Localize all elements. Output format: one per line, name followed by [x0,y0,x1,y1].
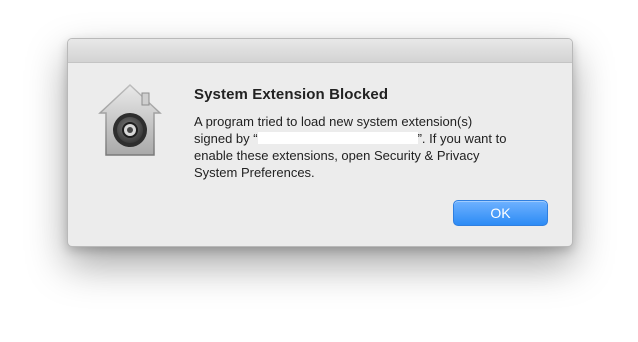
dialog-titlebar[interactable] [68,39,572,63]
message-line-1: A program tried to load new system exten… [194,114,473,129]
redacted-signer-name [257,132,418,144]
message-line-2-prefix: signed by “ [194,131,258,146]
message-line-4: System Preferences. [194,165,315,180]
screen: System Extension Blocked A program tried… [0,0,638,342]
dialog-message: A program tried to load new system exten… [194,113,554,181]
message-line-2-suffix: ”. If you want to [417,131,507,146]
dialog-title: System Extension Blocked [194,86,389,103]
dialog-content: System Extension Blocked A program tried… [194,86,554,181]
message-line-3: enable these extensions, open Security &… [194,148,480,163]
security-house-lock-icon [98,83,162,159]
alert-dialog: System Extension Blocked A program tried… [67,38,573,247]
ok-button[interactable]: OK [453,200,548,226]
